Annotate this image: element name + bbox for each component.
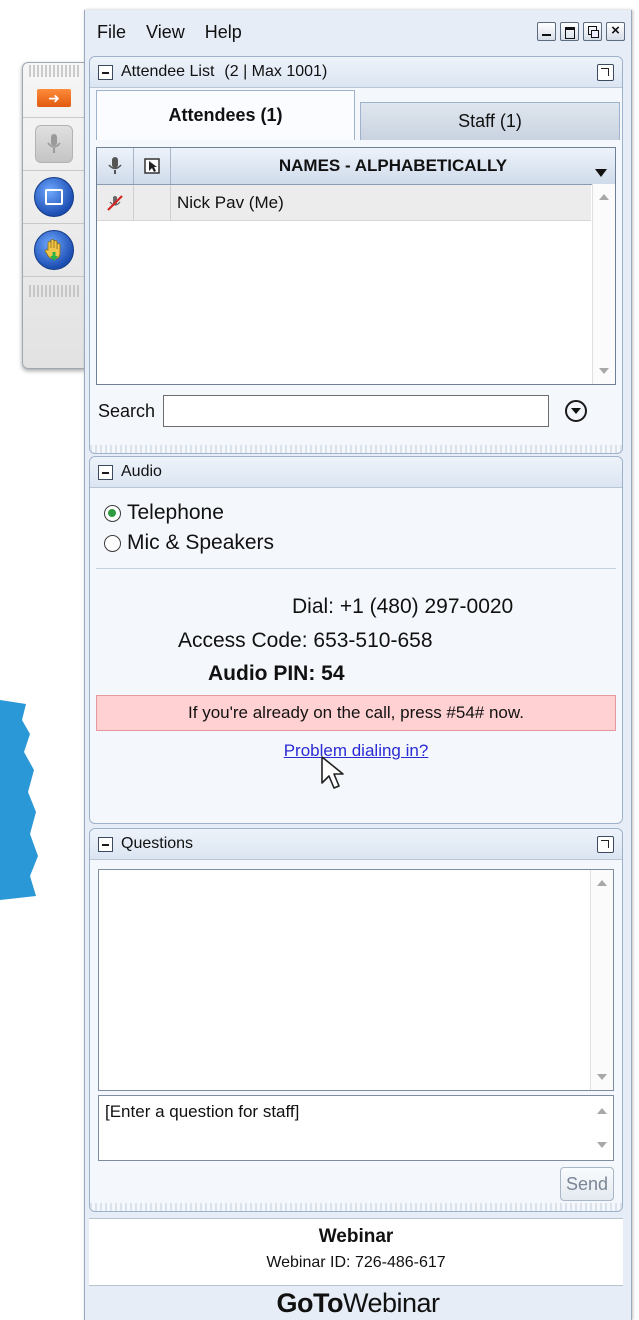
tab-attendees[interactable]: Attendees (1) [96,90,355,140]
resize-grip[interactable] [90,445,622,453]
gotowebinar-logo: GoToWebinar [85,1288,631,1320]
webinar-title: Webinar [318,1226,394,1247]
screen-status-cell [134,185,171,220]
question-input-scrollbar[interactable] [591,1096,613,1160]
attendee-list: NAMES - ALPHABETICALLY Nick Pav (Me) [96,147,616,385]
resize-grip[interactable] [90,1203,622,1211]
scroll-up-icon[interactable] [599,194,609,200]
questions-title: Questions [121,835,194,852]
attendee-tabs: Attendees (1) Staff (1) [90,88,622,140]
audio-header: Audio [90,457,622,488]
menu-help[interactable]: Help [205,22,242,43]
show-screen-button[interactable] [23,171,85,224]
raise-hand-button[interactable] [23,224,85,277]
close-icon: × [611,22,620,39]
popout-questions-button[interactable] [597,836,614,853]
audio-panel: Audio Telephone Mic & Speakers Dial: +1 … [89,456,623,824]
close-button[interactable]: × [606,22,625,41]
side-control-panel[interactable]: ➜ [22,62,85,369]
attendee-name: Nick Pav (Me) [177,192,284,212]
menu-bar: File View Help × [85,10,631,54]
question-input[interactable]: [Enter a question for staff] [98,1095,614,1161]
already-on-call-notice: If you're already on the call, press #54… [96,695,616,731]
webinar-id: Webinar ID: 726-486-617 [266,1254,446,1271]
muted-mic-icon [97,185,134,220]
scroll-up-icon[interactable] [597,1108,607,1114]
chevron-down-icon[interactable] [595,169,607,177]
audio-divider [96,568,616,569]
side-grip-top[interactable] [29,65,79,77]
attendee-list-title: Attendee List [121,63,215,80]
maximize-button[interactable] [560,22,579,41]
names-column-label: NAMES - ALPHABETICALLY [278,156,508,175]
questions-log-scrollbar[interactable] [590,870,613,1090]
attendee-list-scrollbar[interactable] [592,184,615,384]
microphone-icon [108,157,122,174]
screen-icon [34,177,74,217]
decorative-blue-shape [0,700,38,900]
telephone-label: Telephone [127,501,224,524]
expand-panel-button[interactable]: ➜ [23,79,85,118]
attendee-list-panel: Attendee List (2 | Max 1001) Attendees (… [89,56,623,454]
microphone-icon [35,125,73,163]
dial-number: Dial: +1 (480) 297-0020 [292,595,514,618]
screen-column-header[interactable] [134,148,171,184]
mic-speakers-option[interactable]: Mic & Speakers [104,528,622,558]
search-options-icon[interactable] [565,400,588,422]
collapse-attendee-list-button[interactable] [98,64,113,80]
search-label: Search [98,400,156,421]
restore-button[interactable] [583,22,602,41]
mouse-cursor-icon [321,756,344,789]
names-sort-header[interactable]: NAMES - ALPHABETICALLY [171,156,615,177]
collapse-questions-button[interactable] [98,836,113,852]
attendee-count: (2 | Max 1001) [224,63,328,80]
attendee-list-column-header: NAMES - ALPHABETICALLY [97,148,615,185]
popout-attendee-list-button[interactable] [597,64,614,81]
arrow-right-icon: ➜ [37,89,71,107]
mic-speakers-radio[interactable] [104,534,121,552]
scroll-down-icon[interactable] [597,1142,607,1148]
minimize-button[interactable] [537,22,556,41]
scroll-down-icon[interactable] [599,368,609,374]
webinar-info: Webinar Webinar ID: 726-486-617 [89,1218,623,1286]
logo-light-text: Webinar [342,1288,440,1318]
scroll-down-icon[interactable] [597,1074,607,1080]
audio-title: Audio [121,463,162,480]
problem-dialing-link[interactable]: Problem dialing in? [90,741,622,761]
questions-log[interactable] [98,869,614,1091]
raise-hand-icon [34,230,74,270]
questions-panel: Questions [Enter a question for staff] S… [89,828,623,1212]
menu-file[interactable]: File [97,22,126,43]
microphone-button[interactable] [23,118,85,171]
logo-bold-text: GoTo [276,1288,343,1318]
question-input-placeholder: [Enter a question for staff] [105,1102,300,1121]
menu-view[interactable]: View [146,22,185,43]
access-code: Access Code: 653-510-658 [178,629,433,652]
screen-pointer-icon [144,158,160,174]
side-grip-bottom[interactable] [29,285,79,297]
attendee-search-row: Search [98,393,616,429]
audio-column-header[interactable] [97,148,134,184]
audio-pin: Audio PIN: 54 [208,662,345,685]
attendee-search-input[interactable] [163,395,550,427]
telephone-radio[interactable] [104,504,121,522]
telephone-option[interactable]: Telephone [104,498,622,528]
questions-header: Questions [90,829,622,860]
attendee-row[interactable]: Nick Pav (Me) [97,185,591,221]
window-controls: × [537,22,625,41]
send-question-button[interactable]: Send [560,1167,614,1201]
gotowebinar-control-panel: File View Help × Attendee List (2 | Max … [84,10,632,1320]
mic-speakers-label: Mic & Speakers [127,531,275,554]
collapse-audio-button[interactable] [98,464,113,480]
scroll-up-icon[interactable] [597,880,607,886]
tab-staff[interactable]: Staff (1) [360,102,620,140]
attendee-list-header: Attendee List (2 | Max 1001) [90,57,622,88]
